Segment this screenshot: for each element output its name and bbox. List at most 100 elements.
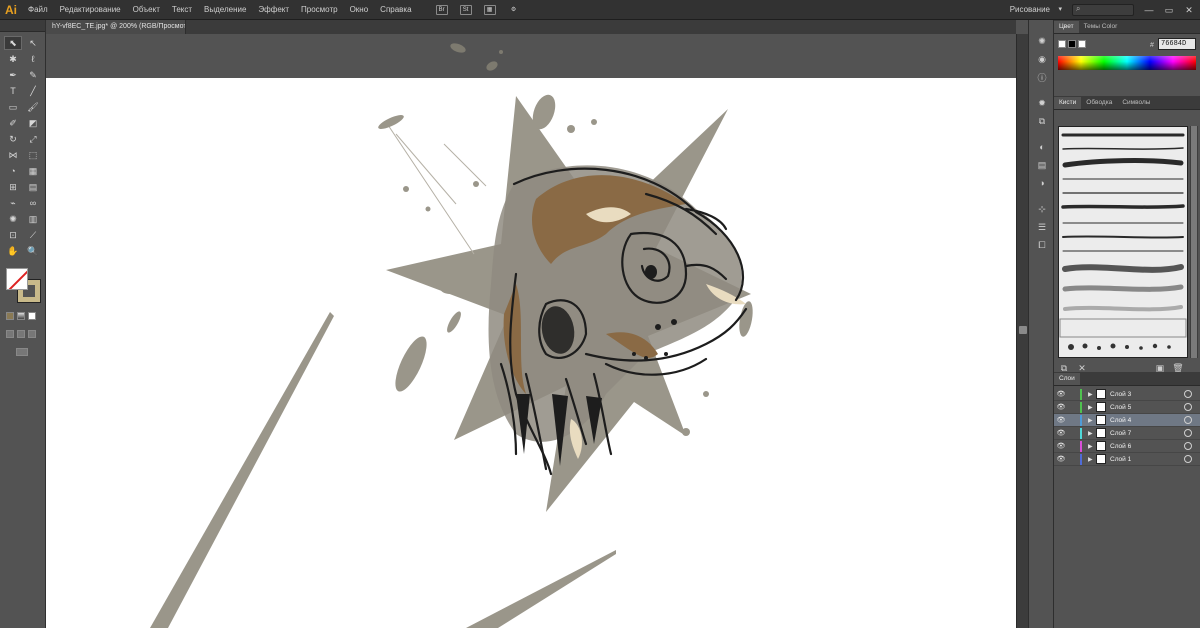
tab-brushes[interactable]: Кисти [1054, 97, 1082, 109]
white-swatch[interactable] [1078, 40, 1086, 48]
target-icon[interactable] [1184, 429, 1192, 437]
eye-icon[interactable]: 👁 [1054, 403, 1068, 411]
tab-stroke[interactable]: Обводка [1081, 97, 1117, 109]
document-tab[interactable]: hY-vf8EC_TE.jpg* @ 200% (RGB/Просмотр) [46, 20, 186, 34]
lasso-tool-icon[interactable]: ℓ [24, 52, 42, 66]
tab-layers[interactable]: Слои [1054, 373, 1080, 385]
shape-builder-tool-icon[interactable]: ◔ [4, 164, 22, 178]
selection-tool-icon[interactable]: ⬉ [4, 36, 22, 50]
fill-stroke-swatches[interactable] [4, 266, 41, 306]
stock-button[interactable]: St [459, 4, 472, 15]
brightness-icon[interactable]: ✺ [1029, 32, 1055, 50]
draw-inside-icon[interactable] [28, 330, 36, 338]
appearance-icon[interactable]: ✹ [1029, 94, 1055, 112]
scale-tool-icon[interactable]: ⤢ [24, 132, 42, 146]
target-icon[interactable] [1184, 442, 1192, 450]
arrange-documents-icon[interactable]: ▦ [483, 4, 496, 15]
tab-symbols[interactable]: Символы [1117, 97, 1155, 109]
shaper-tool-icon[interactable]: ✐ [4, 116, 22, 130]
type-tool-icon[interactable]: T [4, 84, 22, 98]
layer-name[interactable]: Слой 7 [1110, 430, 1184, 437]
bridge-button[interactable]: Br [435, 4, 448, 15]
zoom-tool-icon[interactable]: 🔍 [24, 244, 42, 258]
width-tool-icon[interactable]: ⋈ [4, 148, 22, 162]
menu-select[interactable]: Выделение [198, 0, 252, 20]
black-swatch[interactable] [1068, 40, 1076, 48]
color-guide-icon[interactable]: ◉ [1029, 50, 1055, 68]
eye-icon[interactable]: 👁 [1054, 429, 1068, 437]
gradient-mode-button[interactable] [17, 312, 25, 320]
expand-triangle-icon[interactable]: ▶ [1088, 456, 1096, 463]
direct-selection-tool-icon[interactable]: ↖ [24, 36, 42, 50]
transparency-icon[interactable]: ◐ [1029, 138, 1055, 156]
scrollbar-thumb[interactable] [1191, 126, 1197, 358]
layer-name[interactable]: Слой 3 [1110, 391, 1184, 398]
line-tool-icon[interactable]: ╱ [24, 84, 42, 98]
menu-edit[interactable]: Редактирование [54, 0, 127, 20]
target-icon[interactable] [1184, 390, 1192, 398]
magic-wand-tool-icon[interactable]: ✱ [4, 52, 22, 66]
tools-panel-header[interactable] [0, 20, 45, 32]
expand-triangle-icon[interactable]: ▶ [1088, 404, 1096, 411]
pathfinder-icon[interactable]: ⧠ [1029, 236, 1055, 254]
menu-help[interactable]: Справка [374, 0, 417, 20]
symbol-sprayer-tool-icon[interactable]: ✺ [4, 212, 22, 226]
chevron-down-icon[interactable]: ▾ [1058, 0, 1062, 20]
eye-icon[interactable]: 👁 [1054, 416, 1068, 424]
target-icon[interactable] [1184, 455, 1192, 463]
layer-row[interactable]: 👁 ▶ Слой 3 [1054, 388, 1200, 401]
eye-icon[interactable]: 👁 [1054, 390, 1068, 398]
screen-mode-icon[interactable] [16, 348, 28, 356]
artwork[interactable] [46, 34, 1016, 628]
workspace-switcher[interactable]: Рисование [1010, 0, 1050, 20]
menu-effect[interactable]: Эффект [252, 0, 295, 20]
draw-mode-icon[interactable] [6, 330, 14, 338]
layer-row[interactable]: 👁 ▶ Слой 7 [1054, 427, 1200, 440]
eyedropper-tool-icon[interactable]: ⌁ [4, 196, 22, 210]
layer-name[interactable]: Слой 6 [1110, 443, 1184, 450]
minimize-button[interactable]: — [1142, 4, 1156, 16]
layer-name[interactable]: Слой 4 [1110, 417, 1184, 424]
layer-row[interactable]: 👁 ▶ Слой 6 [1054, 440, 1200, 453]
tab-color-themes[interactable]: Темы Color [1079, 21, 1123, 33]
expand-triangle-icon[interactable]: ▶ [1088, 391, 1096, 398]
scrollbar-thumb[interactable] [1019, 326, 1027, 334]
tab-color[interactable]: Цвет [1054, 21, 1079, 33]
perspective-grid-tool-icon[interactable]: ▦ [24, 164, 42, 178]
blend-tool-icon[interactable]: ∞ [24, 196, 42, 210]
brush-list-scrollbar[interactable] [1190, 126, 1198, 358]
transform-icon[interactable]: ⊹ [1029, 200, 1055, 218]
menu-window[interactable]: Окно [344, 0, 375, 20]
layer-row[interactable]: 👁 ▶ Слой 1 [1054, 453, 1200, 466]
stroke-icon[interactable]: ◑ [1029, 174, 1055, 192]
align-icon[interactable]: ☰ [1029, 218, 1055, 236]
menu-view[interactable]: Просмотр [295, 0, 344, 20]
layer-row[interactable]: 👁 ▶ Слой 4 [1054, 414, 1200, 427]
target-icon[interactable] [1184, 403, 1192, 411]
eraser-tool-icon[interactable]: ◩ [24, 116, 42, 130]
gpu-performance-icon[interactable]: ⚙ [508, 5, 520, 15]
hex-color-input[interactable]: 76684D [1158, 38, 1196, 50]
pen-tool-icon[interactable]: ✒ [4, 68, 22, 82]
expand-triangle-icon[interactable]: ▶ [1088, 417, 1096, 424]
brush-list[interactable] [1058, 126, 1188, 358]
search-input[interactable]: ⌕ [1072, 4, 1134, 16]
paintbrush-tool-icon[interactable]: 🖌 [24, 100, 42, 114]
column-graph-tool-icon[interactable]: ▥ [24, 212, 42, 226]
expand-triangle-icon[interactable]: ▶ [1088, 430, 1096, 437]
maximize-button[interactable]: ▭ [1162, 4, 1176, 16]
rotate-tool-icon[interactable]: ↻ [4, 132, 22, 146]
target-icon[interactable] [1184, 416, 1192, 424]
info-icon[interactable]: ⓘ [1029, 68, 1055, 86]
layer-name[interactable]: Слой 5 [1110, 404, 1184, 411]
graphic-styles-icon[interactable]: ⧉ [1029, 112, 1055, 130]
vertical-scrollbar[interactable] [1016, 34, 1028, 628]
free-transform-tool-icon[interactable]: ⬚ [24, 148, 42, 162]
fill-swatch[interactable] [6, 268, 28, 290]
eye-icon[interactable]: 👁 [1054, 442, 1068, 450]
none-swatch[interactable] [1058, 40, 1066, 48]
color-mode-button[interactable] [6, 312, 14, 320]
menu-object[interactable]: Объект [127, 0, 166, 20]
menu-file[interactable]: Файл [22, 0, 54, 20]
mesh-tool-icon[interactable]: ⊞ [4, 180, 22, 194]
